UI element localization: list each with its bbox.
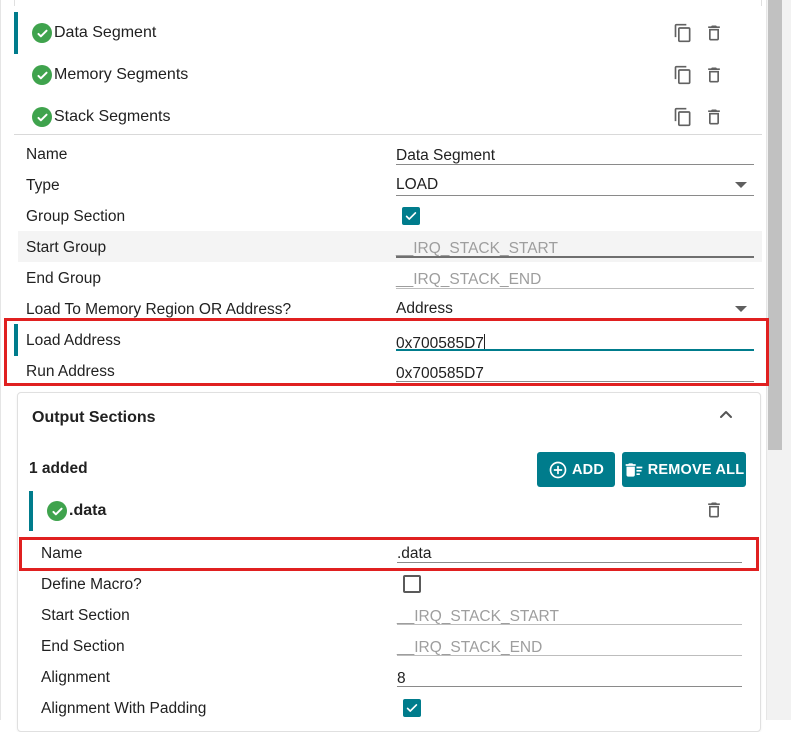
name-label: Name (26, 146, 68, 163)
selected-indicator (29, 491, 33, 531)
name-field-underline (396, 164, 754, 165)
name-field[interactable]: Data Segment (396, 147, 754, 165)
remove-all-label: REMOVE ALL (647, 461, 745, 478)
scrollbar-thumb[interactable] (768, 0, 782, 450)
end-section-underline (397, 655, 742, 656)
segment-item-memory[interactable]: Memory Segments (14, 54, 762, 96)
copy-icon[interactable] (672, 22, 694, 44)
type-label: Type (26, 177, 60, 194)
add-circle-icon (549, 461, 567, 478)
load-address-underline (396, 349, 754, 351)
segment-label: Memory Segments (54, 66, 189, 83)
define-macro-checkbox[interactable] (403, 575, 421, 593)
added-count: 1 added (29, 460, 88, 477)
alignment-label: Alignment (41, 669, 110, 686)
divider (14, 134, 762, 135)
section-name-underline (397, 562, 742, 563)
type-select[interactable]: LOAD (396, 176, 726, 194)
add-button[interactable]: ADD (537, 452, 615, 487)
type-select-underline (396, 195, 754, 196)
panel-border (0, 0, 1, 720)
load-to-label: Load To Memory Region OR Address? (26, 301, 292, 318)
group-section-checkbox[interactable] (402, 207, 420, 225)
remove-all-button[interactable]: REMOVE ALL (622, 452, 746, 487)
collapsed-item-stub (14, 0, 762, 6)
focus-indicator (14, 324, 18, 356)
check-circle-icon (32, 107, 52, 127)
delete-icon[interactable] (703, 106, 725, 128)
check-circle-icon (47, 501, 67, 521)
chevron-down-icon[interactable] (735, 182, 747, 188)
alignment-underline (397, 686, 742, 687)
run-address-label: Run Address (26, 363, 115, 380)
start-section-underline (397, 624, 742, 625)
chevron-up-icon[interactable] (717, 407, 735, 421)
alignment-padding-label: Alignment With Padding (41, 700, 207, 717)
end-section-label: End Section (41, 638, 125, 655)
output-section-label: .data (69, 502, 107, 519)
output-sections-title: Output Sections (32, 409, 156, 426)
segment-label: Data Segment (54, 24, 157, 41)
group-section-label: Group Section (26, 208, 126, 225)
delete-icon[interactable] (703, 64, 725, 86)
end-group-field[interactable]: __IRQ_STACK_END (396, 271, 754, 289)
end-group-underline (396, 288, 754, 289)
run-address-underline (396, 381, 754, 382)
section-name-field[interactable]: .data (397, 545, 742, 563)
end-group-label: End Group (26, 270, 101, 287)
copy-icon[interactable] (672, 106, 694, 128)
delete-sweep-icon (625, 462, 643, 477)
alignment-padding-checkbox[interactable] (403, 699, 421, 717)
check-circle-icon (32, 65, 52, 85)
output-section-item-data[interactable]: .data (47, 501, 106, 521)
load-to-select[interactable]: Address (396, 300, 726, 318)
add-label: ADD (571, 461, 604, 478)
segment-item-data[interactable]: Data Segment (14, 12, 762, 54)
copy-icon[interactable] (672, 64, 694, 86)
define-macro-label: Define Macro? (41, 576, 142, 593)
segment-label: Stack Segments (54, 108, 171, 125)
segment-item-stack[interactable]: Stack Segments (14, 96, 762, 138)
start-group-underline (396, 256, 754, 258)
check-circle-icon (32, 23, 52, 43)
delete-icon[interactable] (703, 499, 725, 521)
start-section-label: Start Section (41, 607, 130, 624)
load-address-label: Load Address (26, 332, 121, 349)
section-name-label: Name (41, 545, 83, 562)
text-cursor (483, 334, 485, 350)
chevron-down-icon[interactable] (735, 306, 747, 312)
start-group-label: Start Group (26, 239, 107, 256)
delete-icon[interactable] (703, 22, 725, 44)
